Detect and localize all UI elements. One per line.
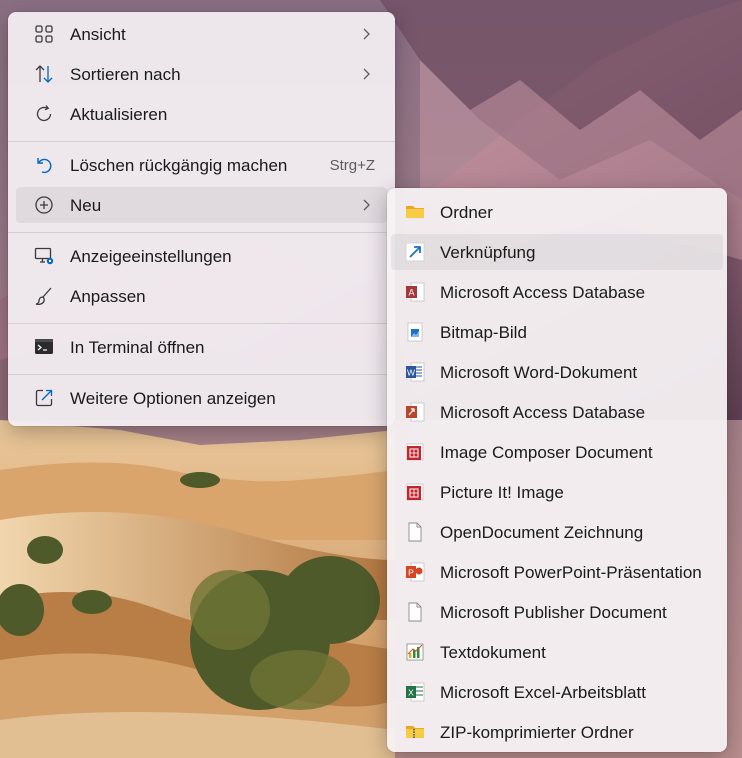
submenu-item-label: Microsoft Excel-Arbeitsblatt [440,683,646,702]
image-composer-icon [406,443,424,461]
submenu-item-opendocument-zeichnung[interactable]: OpenDocument Zeichnung [391,514,723,550]
submenu-item-publisher[interactable]: Microsoft Publisher Document [391,594,723,630]
chevron-right-icon [363,68,370,80]
menu-item-anzeigeeinstellungen[interactable]: Anzeigeeinstellungen [16,238,387,274]
menu-item-aktualisieren[interactable]: Aktualisieren [16,96,387,132]
submenu-item-ordner[interactable]: Ordner [391,194,723,230]
submenu-item-label: Ordner [440,203,493,222]
submenu-item-access-database-2[interactable]: Microsoft Access Database [391,394,723,430]
chevron-right-icon [363,28,370,40]
menu-item-weitere-optionen[interactable]: Weitere Optionen anzeigen [16,380,387,416]
shortcut-arrow-icon [405,242,425,262]
plus-circle-icon [35,196,53,214]
submenu-item-label: Microsoft Access Database [440,403,646,422]
powerpoint-icon: P [406,562,425,582]
bitmap-icon [407,322,423,342]
access-icon: A [406,282,425,302]
menu-item-loeschen-rueckgaengig[interactable]: Löschen rückgängig machen Strg+Z [16,147,387,183]
keyboard-shortcut: Strg+Z [329,157,375,174]
refresh-icon [36,105,52,122]
submenu-item-label: Microsoft Word-Dokument [440,363,638,382]
sort-icon [35,65,53,83]
zip-folder-icon [406,726,424,738]
submenu-item-word-dokument[interactable]: W Microsoft Word-Dokument [391,354,723,390]
submenu-item-label: Microsoft Publisher Document [440,603,667,622]
undo-icon [37,158,52,174]
svg-text:P: P [408,568,414,578]
desktop-context-menu: Ansicht Sortieren nach Aktualisieren Lös… [8,12,395,426]
folder-icon [406,206,424,218]
submenu-item-label: Picture It! Image [440,483,564,502]
word-icon: W [406,362,425,382]
submenu-item-label: Textdokument [440,643,546,662]
menu-item-ansicht[interactable]: Ansicht [16,16,387,52]
menu-item-neu[interactable]: Neu [16,187,387,223]
menu-item-label: Anpassen [70,287,146,306]
menu-item-label: Neu [70,196,102,215]
submenu-item-label: ZIP-komprimierter Ordner [440,723,634,742]
chevron-right-icon [363,199,370,211]
submenu-item-label: Bitmap-Bild [440,323,527,342]
menu-divider [8,374,395,375]
submenu-item-verknuepfung[interactable]: Verknüpfung [391,234,723,270]
submenu-item-label: Microsoft Access Database [440,283,646,302]
menu-divider [8,232,395,233]
menu-item-label: Weitere Optionen anzeigen [70,389,276,408]
menu-divider [8,323,395,324]
grid-icon [35,25,53,43]
menu-item-label: Anzeigeeinstellungen [70,247,232,266]
svg-text:A: A [408,288,414,298]
new-submenu: Ordner Verknüpfung A Microsoft Access Da… [387,188,727,752]
chart-document-icon [406,643,424,661]
submenu-item-access-database[interactable]: A Microsoft Access Database [391,274,723,310]
submenu-item-bitmap-bild[interactable]: Bitmap-Bild [391,314,723,350]
menu-divider [8,141,395,142]
menu-item-label: In Terminal öffnen [70,338,205,357]
submenu-item-label: Verknüpfung [440,243,536,262]
menu-item-anpassen[interactable]: Anpassen [16,278,387,314]
access-2-icon [406,402,425,422]
menu-item-label: Ansicht [70,25,126,44]
submenu-item-label: OpenDocument Zeichnung [440,523,644,542]
menu-item-label: Aktualisieren [70,105,168,124]
menu-item-sortieren-nach[interactable]: Sortieren nach [16,56,387,92]
display-settings-icon [34,247,54,265]
submenu-item-label: Microsoft PowerPoint-Präsentation [440,563,702,582]
brush-icon [35,287,52,306]
submenu-item-powerpoint[interactable]: P Microsoft PowerPoint-Präsentation [391,554,723,590]
excel-icon: X [406,682,425,702]
blank-document-icon [408,522,422,542]
terminal-icon [35,339,53,354]
submenu-item-label: Image Composer Document [440,443,653,462]
blank-document-icon [408,602,422,622]
svg-text:W: W [407,368,415,378]
submenu-item-image-composer[interactable]: Image Composer Document [391,434,723,470]
menu-item-label: Löschen rückgängig machen [70,156,288,175]
svg-text:X: X [408,688,414,698]
share-icon [35,389,53,407]
menu-item-terminal[interactable]: In Terminal öffnen [16,329,387,365]
submenu-item-textdokument[interactable]: Textdokument [391,634,723,670]
picture-it-icon [406,483,424,501]
menu-item-label: Sortieren nach [70,65,181,84]
submenu-item-zip-ordner[interactable]: ZIP-komprimierter Ordner [391,714,723,750]
submenu-item-excel[interactable]: X Microsoft Excel-Arbeitsblatt [391,674,723,710]
submenu-item-picture-it[interactable]: Picture It! Image [391,474,723,510]
